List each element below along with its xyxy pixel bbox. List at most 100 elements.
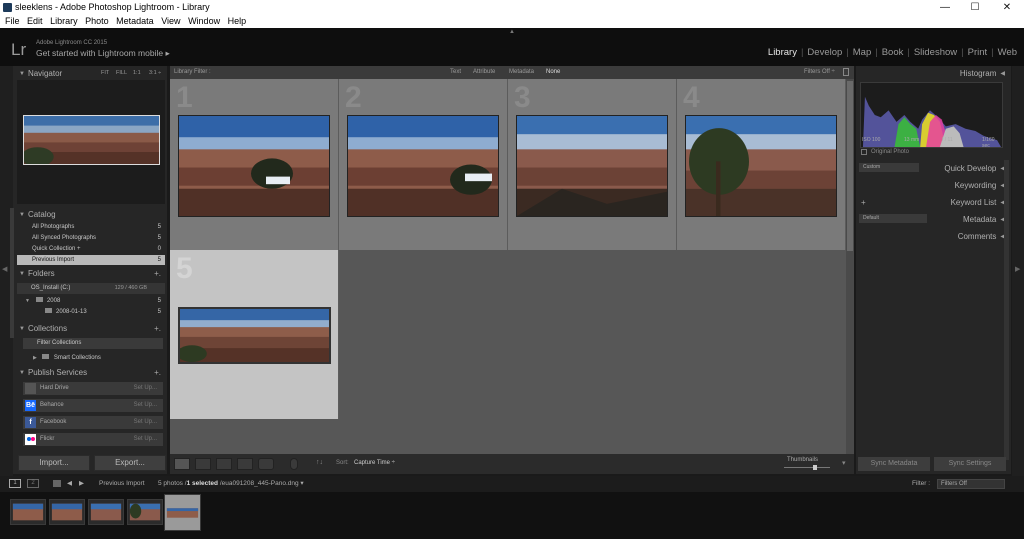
- menu-library[interactable]: Library: [50, 15, 78, 28]
- catalog-item-all-synced[interactable]: All Synced Photographs 5: [17, 233, 165, 243]
- facebook-setup[interactable]: Set Up...: [134, 416, 157, 429]
- publish-behance[interactable]: Bē Behance Set Up...: [23, 399, 163, 412]
- primary-window-button[interactable]: 1: [9, 479, 21, 488]
- filter-attribute[interactable]: Attribute: [473, 66, 495, 79]
- zoom-fit[interactable]: FIT: [101, 67, 109, 80]
- catalog-header[interactable]: ▼ Catalog: [19, 208, 165, 221]
- menu-file[interactable]: File: [5, 15, 20, 28]
- publish-hard-drive[interactable]: Hard Drive Set Up...: [23, 382, 163, 395]
- maximize-button[interactable]: ☐: [960, 0, 990, 15]
- left-panel-toggle-icon[interactable]: ◀: [2, 265, 7, 273]
- grid-cell[interactable]: 1: [170, 79, 339, 250]
- quick-develop-preset[interactable]: Custom: [859, 163, 919, 172]
- top-panel-toggle-icon[interactable]: ▲: [509, 29, 515, 35]
- grid-cell-selected[interactable]: 5: [170, 250, 339, 419]
- histogram-header[interactable]: Histogram ◀: [858, 67, 1007, 80]
- filmstrip-thumbnail-selected[interactable]: [164, 494, 201, 531]
- toolbar-menu-icon[interactable]: ▾: [842, 459, 846, 467]
- grid-view-icon[interactable]: [174, 458, 190, 470]
- filmstrip-thumbnail[interactable]: [10, 499, 46, 525]
- catalog-item-all-photographs[interactable]: All Photographs 5: [17, 222, 165, 232]
- module-print[interactable]: Print: [967, 47, 989, 58]
- zoom-1-1[interactable]: 1:1: [133, 67, 141, 80]
- filter-lock-icon[interactable]: [843, 68, 849, 76]
- keyword-list-header[interactable]: + Keyword List ◀: [858, 196, 1007, 209]
- minimize-button[interactable]: —: [930, 0, 960, 15]
- publish-facebook[interactable]: f Facebook Set Up...: [23, 416, 163, 429]
- navigator-header[interactable]: ▼ Navigator FIT FILL 1:1 3:1 ÷: [19, 67, 165, 80]
- photo-thumbnail[interactable]: [347, 115, 499, 217]
- sort-dropdown[interactable]: Capture Time ÷: [354, 460, 395, 466]
- hard-drive-setup[interactable]: Set Up...: [134, 382, 157, 395]
- secondary-window-button[interactable]: 2: [27, 479, 39, 488]
- metadata-preset[interactable]: Default: [859, 214, 927, 223]
- filmstrip-thumbnail[interactable]: [49, 499, 85, 525]
- filter-metadata[interactable]: Metadata: [509, 66, 534, 79]
- filter-collections-input[interactable]: Filter Collections: [23, 338, 163, 349]
- sync-settings-button[interactable]: Sync Settings: [934, 457, 1006, 471]
- menu-metadata[interactable]: Metadata: [116, 15, 154, 28]
- menu-view[interactable]: View: [161, 15, 180, 28]
- menu-photo[interactable]: Photo: [85, 15, 109, 28]
- sync-metadata-button[interactable]: Sync Metadata: [858, 457, 930, 471]
- module-book[interactable]: Book: [881, 47, 905, 58]
- survey-view-icon[interactable]: [237, 458, 253, 470]
- catalog-item-quick-collection[interactable]: Quick Collection +0: [17, 244, 165, 254]
- forward-arrow-icon[interactable]: ▶: [79, 476, 84, 492]
- behance-setup[interactable]: Set Up...: [134, 399, 157, 412]
- zoom-3-1[interactable]: 3:1 ÷: [149, 67, 161, 80]
- grid-scrollbar[interactable]: [846, 79, 854, 454]
- close-button[interactable]: ✕: [992, 0, 1022, 15]
- filmstrip-filter-dropdown[interactable]: Filters Off: [937, 479, 1005, 489]
- right-scrollbar[interactable]: [1004, 160, 1009, 460]
- catalog-item-previous-import[interactable]: Previous Import 5: [17, 255, 165, 265]
- painter-icon[interactable]: [290, 458, 298, 470]
- people-view-icon[interactable]: [258, 458, 274, 470]
- filmstrip-thumbnail[interactable]: [127, 499, 163, 525]
- navigator-preview[interactable]: [17, 80, 165, 204]
- grid-scrollbar-thumb[interactable]: [847, 81, 853, 251]
- thumbnail-size-slider[interactable]: [784, 467, 830, 468]
- module-web[interactable]: Web: [997, 47, 1018, 58]
- sort-direction-icon[interactable]: ↑↓: [316, 459, 323, 466]
- add-publish-icon[interactable]: +.: [154, 366, 161, 379]
- add-keyword-icon[interactable]: +: [861, 196, 866, 209]
- flickr-setup[interactable]: Set Up...: [134, 433, 157, 446]
- folder-2008-01-13[interactable]: 2008-01-13 5: [17, 307, 165, 317]
- grid-cell[interactable]: 3: [508, 79, 677, 250]
- photo-thumbnail[interactable]: [178, 115, 330, 217]
- original-photo-checkbox[interactable]: [861, 149, 867, 155]
- import-button[interactable]: Import...: [18, 455, 90, 471]
- left-scrollbar[interactable]: [10, 208, 14, 338]
- right-panel-toggle-icon[interactable]: ▶: [1015, 265, 1020, 273]
- publish-flickr[interactable]: Flickr Set Up...: [23, 433, 163, 446]
- photo-thumbnail[interactable]: [685, 115, 837, 217]
- export-button[interactable]: Export...: [94, 455, 166, 471]
- volume-row[interactable]: OS_Install (C:) 129 / 460 GB: [17, 283, 165, 294]
- mobile-link[interactable]: Get started with Lightroom mobile ▸: [36, 48, 170, 59]
- folders-header[interactable]: ▼ Folders +.: [19, 267, 165, 280]
- grid-shortcut-icon[interactable]: [53, 480, 61, 487]
- filter-presets[interactable]: Filters Off ÷: [804, 66, 835, 79]
- source-label[interactable]: Previous Import: [99, 476, 145, 492]
- module-map[interactable]: Map: [852, 47, 872, 58]
- comments-header[interactable]: Comments ◀: [858, 230, 1007, 243]
- grid-cell[interactable]: 2: [339, 79, 508, 250]
- collections-header[interactable]: ▼ Collections +.: [19, 322, 165, 335]
- add-collection-icon[interactable]: +.: [154, 322, 161, 335]
- loupe-view-icon[interactable]: [195, 458, 211, 470]
- menu-help[interactable]: Help: [228, 15, 247, 28]
- grid-cell[interactable]: 4: [677, 79, 846, 250]
- menu-edit[interactable]: Edit: [27, 15, 43, 28]
- add-folder-icon[interactable]: +.: [154, 267, 161, 280]
- keywording-header[interactable]: Keywording ◀: [858, 179, 1007, 192]
- smart-collections-item[interactable]: ▶ Smart Collections: [17, 353, 165, 363]
- filter-text[interactable]: Text: [450, 66, 461, 79]
- zoom-fill[interactable]: FILL: [116, 67, 127, 80]
- module-develop[interactable]: Develop: [806, 47, 843, 58]
- thumbnail-size-handle[interactable]: [813, 465, 817, 470]
- photo-thumbnail-selected[interactable]: [178, 307, 331, 364]
- publish-header[interactable]: ▼ Publish Services +.: [19, 366, 165, 379]
- module-library[interactable]: Library: [767, 47, 798, 58]
- filmstrip-thumbnail[interactable]: [88, 499, 124, 525]
